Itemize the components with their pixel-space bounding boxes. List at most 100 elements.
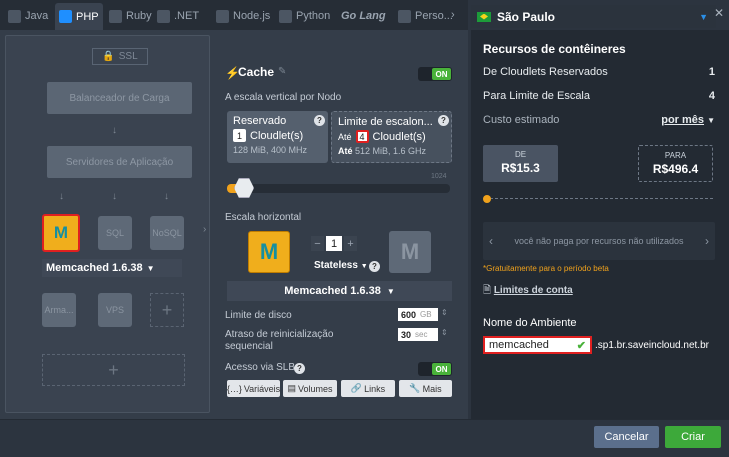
edit-icon[interactable]: ✎	[278, 66, 286, 77]
variables-button[interactable]: {…} Variáveis	[227, 380, 280, 397]
add-layer-button[interactable]: +	[42, 354, 185, 386]
java-icon	[8, 9, 21, 23]
links-label: Links	[364, 383, 386, 394]
volumes-icon: ▤	[287, 383, 296, 393]
env-name-value: memcached	[489, 339, 549, 351]
price-from: DE R$15.3	[483, 145, 558, 182]
nosql-node[interactable]: NoSQL	[150, 216, 184, 250]
storage-node[interactable]: Arma...	[42, 293, 76, 327]
horizontal-scaling-label: Escala horizontal	[225, 212, 302, 223]
limit-count[interactable]: 4	[355, 130, 369, 143]
arrow-down-icon: ↓	[164, 191, 169, 202]
tab-golang[interactable]: Go Lang	[337, 4, 390, 28]
add-node-button[interactable]: +	[150, 293, 184, 327]
tab-python-label: Python	[296, 10, 331, 22]
resources-panel: Recursos de contêineres De Cloudlets Res…	[471, 30, 729, 419]
cancel-label: Cancelar	[604, 431, 649, 443]
scaling-limit-title: Limite de escalon...	[338, 116, 433, 128]
memcached-node[interactable]: M	[42, 214, 80, 252]
help-icon[interactable]: ?	[314, 115, 325, 126]
reserved-row: De Cloudlets Reservados 1	[483, 66, 715, 78]
slider-handle[interactable]	[234, 178, 254, 198]
scroll-right-icon[interactable]: ›	[451, 9, 455, 21]
stateless-dropdown[interactable]: Stateless ▼	[314, 260, 368, 271]
plus-icon: +	[108, 359, 119, 380]
tab-python[interactable]: Python	[275, 4, 334, 28]
sql-node[interactable]: SQL	[98, 216, 132, 250]
nodejs-icon	[216, 9, 229, 23]
price-to: PARA R$496.4	[638, 145, 713, 182]
cost-label: Custo estimado	[483, 114, 560, 126]
link-icon: 🔗	[350, 383, 363, 393]
help-icon[interactable]: ?	[369, 261, 380, 272]
app-servers-button[interactable]: Servidores de Aplicação	[47, 146, 192, 178]
ruby-icon	[109, 9, 122, 23]
more-button[interactable]: 🔧 Mais	[399, 380, 452, 397]
reserved-count[interactable]: 1	[233, 129, 246, 142]
tab-nodejs-label: Node.js	[233, 10, 271, 22]
limit-row: Para Limite de Escala 4	[483, 90, 715, 102]
help-icon[interactable]: ?	[438, 115, 449, 126]
spinner-arrows-icon[interactable]: ⇕	[441, 328, 448, 337]
chevron-right-icon[interactable]: ›	[705, 234, 709, 248]
cancel-button[interactable]: Cancelar	[594, 426, 659, 448]
links-button[interactable]: 🔗 Links	[341, 380, 395, 397]
tab-ruby[interactable]: Ruby	[105, 4, 156, 28]
limit-prefix: Até	[338, 131, 352, 142]
tab-java[interactable]: Java	[4, 4, 52, 28]
tab-nodejs[interactable]: Node.js	[212, 4, 274, 28]
ssl-toggle[interactable]: 🔒 SSL	[92, 48, 148, 65]
tab-php[interactable]: PHP	[55, 3, 103, 30]
chevron-left-icon[interactable]: ‹	[489, 234, 493, 248]
php-icon	[59, 10, 72, 23]
vps-node[interactable]: VPS	[98, 293, 132, 327]
load-balancer-button[interactable]: Balanceador de Carga	[47, 82, 192, 114]
scaling-limit-card: Limite de escalon... Até 4 Cloudlet(s) A…	[331, 111, 452, 163]
cache-toggle[interactable]: ON	[418, 67, 452, 81]
sql-label: SQL	[105, 228, 124, 238]
restart-delay-input[interactable]: 30 sec	[398, 328, 438, 341]
plus-icon: +	[161, 299, 173, 320]
slb-access-label: Acesso via SLB	[225, 362, 296, 373]
node-count-stepper[interactable]: − 1 +	[311, 236, 357, 251]
disk-limit-label: Limite de disco	[225, 310, 292, 321]
tab-dotnet[interactable]: .NET	[153, 4, 203, 28]
region-dropdown[interactable]: São Paulo ▼	[471, 5, 716, 28]
node-count[interactable]: 1	[326, 236, 342, 251]
cache-version-dropdown[interactable]: Memcached 1.6.38 ▼	[227, 281, 452, 301]
tab-java-label: Java	[25, 10, 49, 22]
tab-custom[interactable]: Perso...	[394, 4, 457, 28]
create-button[interactable]: Criar	[665, 426, 721, 448]
cache-title: Cache	[238, 65, 275, 79]
increment-button[interactable]: +	[344, 236, 357, 251]
memcached-logo: M	[248, 231, 290, 273]
env-name-input[interactable]: memcached ✔	[483, 336, 592, 354]
slb-toggle[interactable]: ON	[418, 362, 452, 376]
savings-text: você não paga por recursos não utilizado…	[514, 236, 684, 246]
price-marker	[483, 195, 491, 203]
more-label: Mais	[422, 383, 442, 394]
cost-period-dropdown[interactable]: por mês ▼	[661, 114, 715, 126]
tab-ruby-label: Ruby	[126, 10, 152, 22]
price-from-label: DE	[514, 150, 527, 159]
disk-limit-input[interactable]: 600 GB	[398, 308, 438, 321]
custom-container-icon	[398, 9, 411, 23]
restart-delay-value: 30	[401, 329, 412, 340]
chevron-down-icon: ▼	[699, 11, 708, 22]
collapse-arrow-icon[interactable]: ›	[203, 224, 206, 235]
memcached-version-dropdown[interactable]: Memcached 1.6.38 ▼	[42, 259, 182, 277]
help-icon[interactable]: ?	[294, 363, 305, 374]
close-icon[interactable]: ✕	[714, 6, 724, 20]
tab-dotnet-label: .NET	[174, 10, 200, 22]
price-from-value: R$15.3	[501, 161, 540, 175]
volumes-button[interactable]: ▤ Volumes	[283, 380, 337, 397]
account-limits-link[interactable]: 🗎 Limites de conta	[483, 283, 573, 300]
language-tabbar: Java PHP Ruby .NET Node.js Python Go Lan…	[0, 0, 468, 30]
volumes-label: Volumes	[297, 383, 333, 394]
cloudlet-slider[interactable]	[227, 178, 450, 198]
lock-icon: 🔒	[102, 51, 115, 62]
create-label: Criar	[681, 431, 705, 443]
spinner-arrows-icon[interactable]: ⇕	[441, 308, 448, 317]
disk-limit-value: 600	[401, 309, 417, 320]
decrement-button[interactable]: −	[311, 236, 324, 251]
